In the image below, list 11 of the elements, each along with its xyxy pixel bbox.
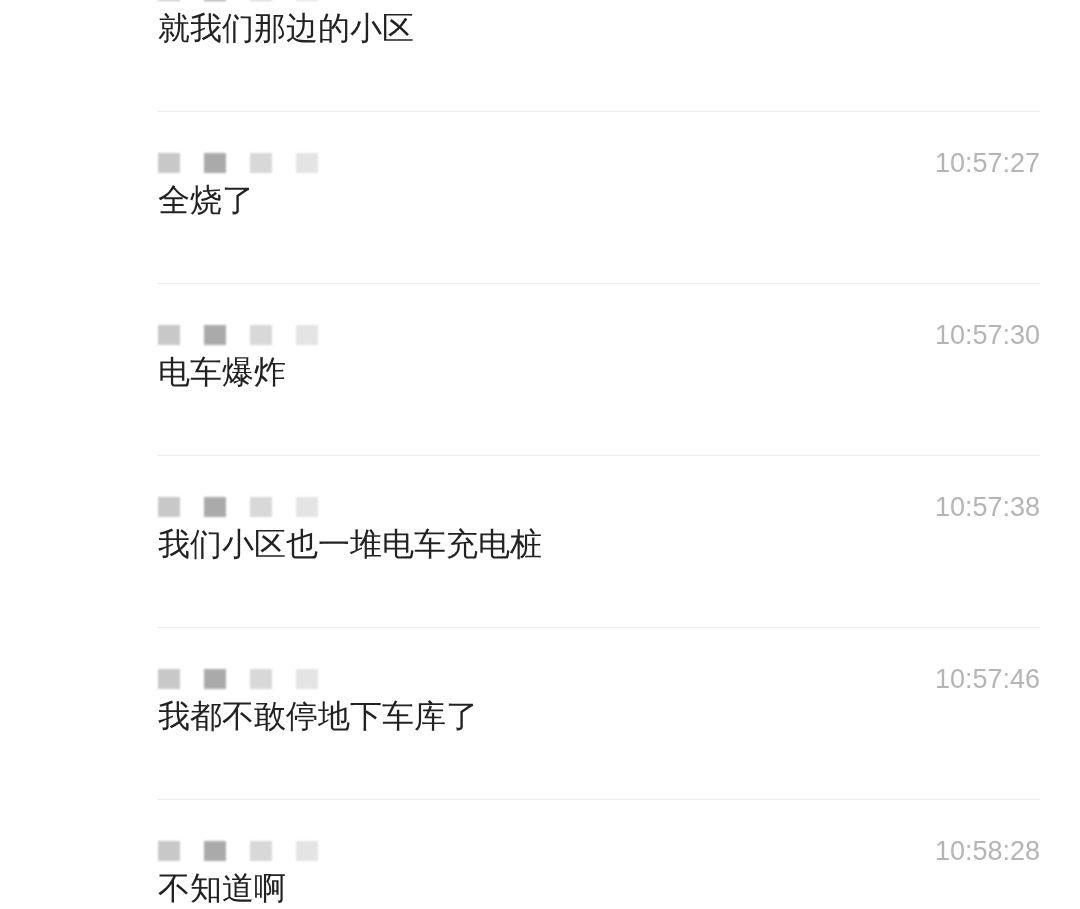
message-text: 不知道啊: [158, 870, 287, 906]
message-text: 我们小区也一堆电车充电桩: [158, 526, 543, 562]
message-time: 10:57:38: [934, 491, 1040, 523]
message-text: 电车爆炸: [158, 354, 287, 390]
message-time: 10:57:46: [934, 663, 1040, 695]
message-time: 10:58:28: [934, 835, 1040, 867]
message-text: 就我们那边的小区: [158, 10, 415, 46]
message-time: 10:57:30: [934, 319, 1040, 351]
message-text: 全烧了: [158, 182, 255, 218]
message-time: 10:57:27: [934, 147, 1040, 179]
message-text: 我都不敢停地下车库了: [158, 698, 479, 734]
